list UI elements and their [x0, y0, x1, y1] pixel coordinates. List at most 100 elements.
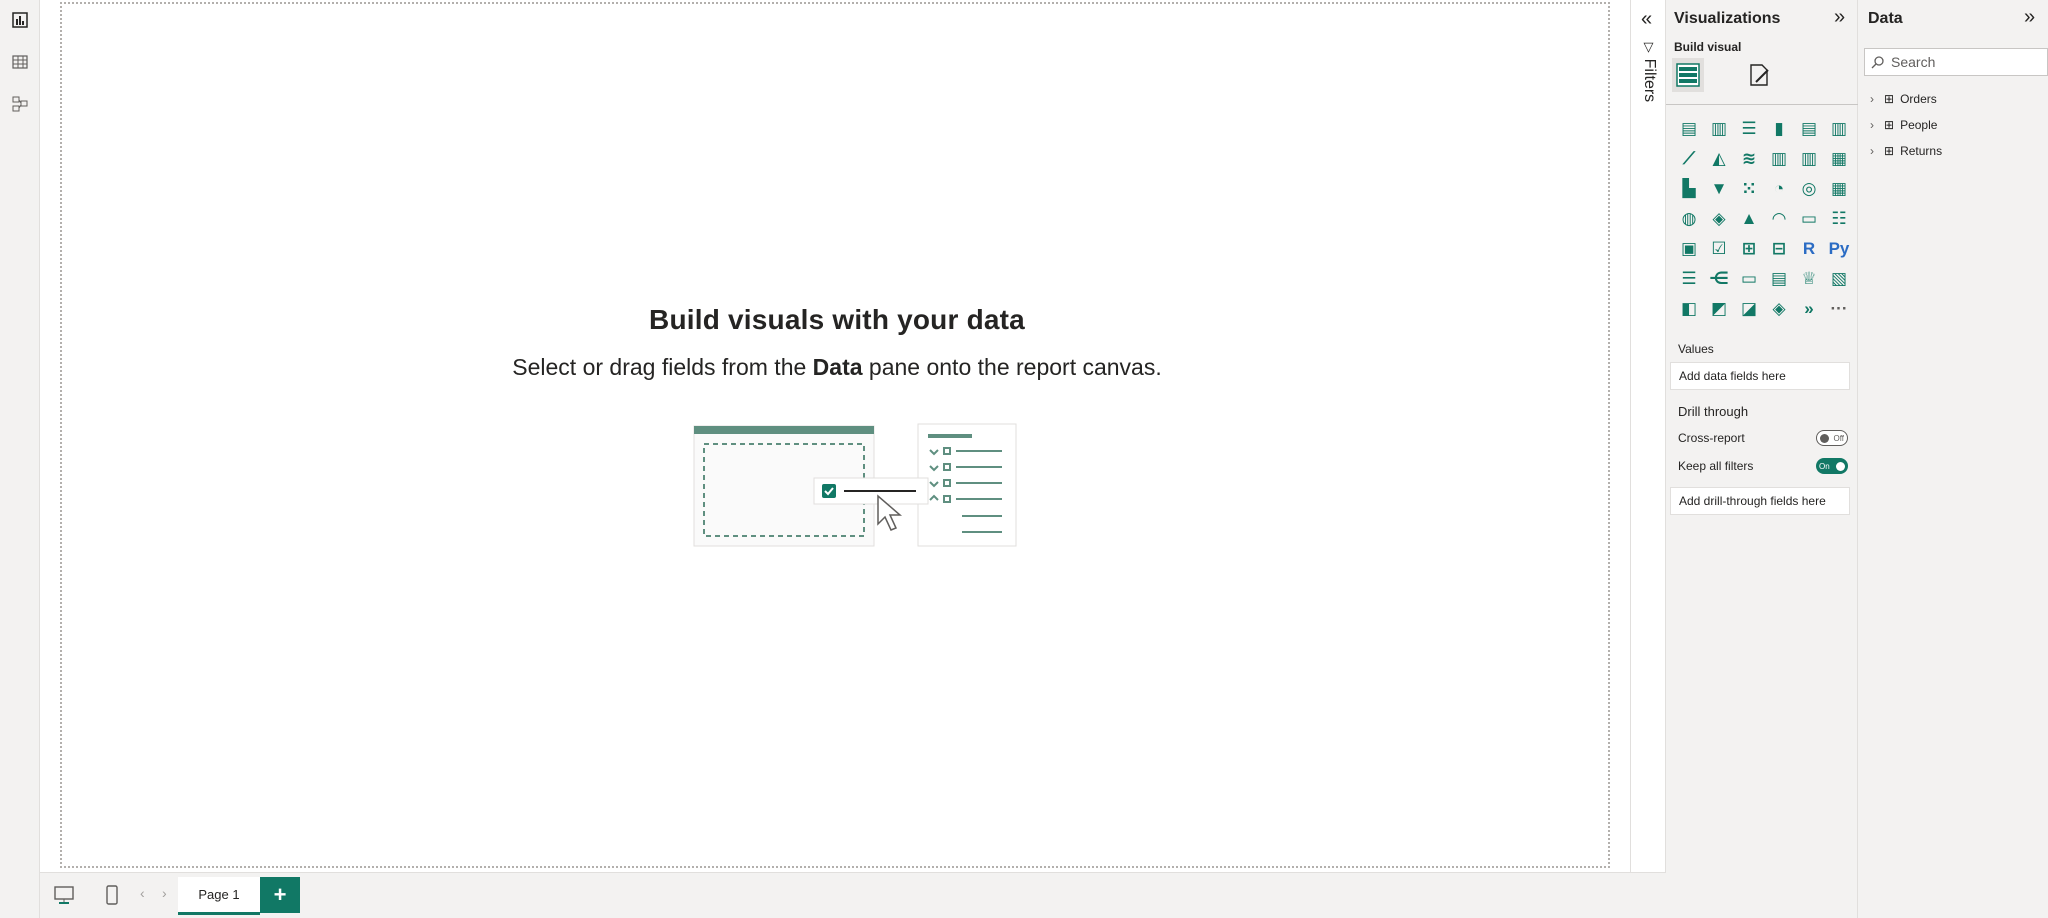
clustered-column-chart-icon[interactable]: ▮	[1764, 114, 1794, 144]
cross-report-toggle[interactable]: Off	[1816, 430, 1848, 446]
decomposition-tree-icon[interactable]: ⋲	[1704, 264, 1734, 294]
chevron-right-icon: ›	[1870, 92, 1874, 106]
python-visual-icon[interactable]: Py	[1824, 234, 1854, 264]
chevron-right-icon: ›	[1870, 144, 1874, 158]
azure-map-icon[interactable]: ▲	[1734, 204, 1764, 234]
report-canvas[interactable]: Build visuals with your data Select or d…	[60, 2, 1610, 868]
filters-label-text: Filters	[1641, 58, 1658, 103]
arcgis-map-icon[interactable]: ◪	[1734, 294, 1764, 324]
stacked-column-chart-icon[interactable]: ▥	[1704, 114, 1734, 144]
paginated-report-icon[interactable]: ▧	[1824, 264, 1854, 294]
keep-filters-row: Keep all filters On	[1678, 458, 1848, 474]
build-visual-tab[interactable]	[1672, 58, 1704, 92]
format-visual-tab[interactable]	[1744, 60, 1774, 90]
table-name: Returns	[1900, 144, 1943, 158]
visual-types-grid: ▤ ▥ ☰ ▮ ▤ ▥ ⟋ ◭ ≋ ▥ ▥ ▦ ▙ ▼ ⁙ ◔ ◎ ▦ ◍ ◈ ▲ ◠ ▭ ☷ ▣ ☑ ⊞ ⊟ R Py ☰ ⋲ ▭ ▤ ♕ ▧ ◧ ◩ ◪…	[1674, 114, 1854, 324]
cross-report-label: Cross-report	[1678, 431, 1745, 445]
waterfall-chart-icon[interactable]: ▙	[1674, 174, 1704, 204]
build-visual-label: Build visual	[1674, 40, 1742, 54]
funnel-icon[interactable]: ▼	[1704, 174, 1734, 204]
stacked-bar-chart-icon[interactable]: ▤	[1674, 114, 1704, 144]
build-visual-illustration	[692, 423, 1017, 547]
stacked-area-chart-icon[interactable]: ≋	[1734, 144, 1764, 174]
keep-filters-toggle[interactable]: On	[1816, 458, 1848, 474]
visualizations-pane: Visualizations » Build visual ▤ ▥ ☰ ▮ ▤ ▥ ⟋ ◭ ≋ ▥…	[1666, 0, 1858, 918]
empty-state-subtitle: Select or drag fields from the Data pane…	[62, 354, 1612, 381]
cross-report-toggle-text: Off	[1833, 433, 1844, 443]
toggle-knob	[1820, 433, 1829, 443]
100-stacked-bar-chart-icon[interactable]: ▤	[1794, 114, 1824, 144]
ribbon-chart-icon[interactable]: ▦	[1824, 144, 1854, 174]
multi-row-card-icon[interactable]: ☷	[1824, 204, 1854, 234]
smart-narrative-icon[interactable]: ▤	[1764, 264, 1794, 294]
line-chart-icon[interactable]: ⟋	[1674, 144, 1704, 174]
table-icon: ⊞	[1884, 92, 1895, 106]
power-automate-icon[interactable]: ◩	[1704, 294, 1734, 324]
gauge-icon[interactable]: ◠	[1764, 204, 1794, 234]
empty-state-title: Build visuals with your data	[649, 304, 1025, 335]
table-item-people[interactable]: › ⊞ People	[1870, 118, 1937, 132]
power-bi-report-view: Build visuals with your data Select or d…	[0, 0, 2048, 918]
data-search-input[interactable]: Search	[1864, 48, 2048, 76]
power-apps-icon[interactable]: ◧	[1674, 294, 1704, 324]
model-view-icon[interactable]	[8, 92, 32, 116]
drill-through-label: Drill through	[1678, 404, 1749, 419]
table-view-icon[interactable]	[8, 50, 32, 74]
kpi-icon[interactable]: ▣	[1674, 234, 1704, 264]
filters-pane-collapsed[interactable]: « ▽ Filters	[1630, 0, 1666, 872]
table-item-orders[interactable]: › ⊞ Orders	[1870, 92, 1937, 106]
donut-chart-icon[interactable]: ◎	[1794, 174, 1824, 204]
more-visuals-icon[interactable]: ···	[1824, 294, 1854, 324]
power-automate-flow-icon[interactable]: ◈	[1764, 294, 1794, 324]
treemap-icon[interactable]: ▦	[1824, 174, 1854, 204]
data-pane-collapse-icon[interactable]: »	[2024, 6, 2035, 29]
page-tab[interactable]: Page 1	[178, 877, 260, 915]
page-navigation-bar: ‹ › Page 1 +	[40, 872, 1666, 918]
viz-divider	[1666, 104, 1858, 105]
mobile-layout-icon[interactable]	[98, 881, 126, 909]
visualizations-title: Visualizations	[1674, 10, 1781, 27]
toggle-knob	[1836, 461, 1845, 471]
qa-icon[interactable]: ▭	[1734, 264, 1764, 294]
filled-map-icon[interactable]: ◈	[1704, 204, 1734, 234]
copilot-icon[interactable]: »	[1794, 294, 1824, 324]
table-icon: ⊞	[1884, 144, 1895, 158]
metrics-icon[interactable]: ♕	[1794, 264, 1824, 294]
table-icon: ⊞	[1884, 118, 1895, 132]
previous-page-icon[interactable]: ‹	[140, 885, 145, 901]
empty-state-subtitle-bold: Data	[812, 354, 863, 380]
search-placeholder: Search	[1891, 54, 1936, 70]
r-script-visual-icon[interactable]: R	[1794, 234, 1824, 264]
card-icon[interactable]: ▭	[1794, 204, 1824, 234]
matrix-icon[interactable]: ⊟	[1764, 234, 1794, 264]
line-and-stacked-column-chart-icon[interactable]: ▥	[1764, 144, 1794, 174]
table-item-returns[interactable]: › ⊞ Returns	[1870, 144, 1942, 158]
100-stacked-column-chart-icon[interactable]: ▥	[1824, 114, 1854, 144]
key-influencers-icon[interactable]: ☰	[1674, 264, 1704, 294]
line-and-clustered-column-chart-icon[interactable]: ▥	[1794, 144, 1824, 174]
report-canvas-area: Build visuals with your data Select or d…	[40, 0, 1630, 872]
values-well[interactable]: Add data fields here	[1670, 362, 1850, 390]
desktop-layout-icon[interactable]	[50, 881, 78, 909]
filters-label: ▽ Filters	[1640, 40, 1658, 102]
area-chart-icon[interactable]: ◭	[1704, 144, 1734, 174]
scatter-chart-icon[interactable]: ⁙	[1734, 174, 1764, 204]
chevron-right-icon: ›	[1870, 118, 1874, 132]
cross-report-row: Cross-report Off	[1678, 430, 1848, 446]
data-pane-title: Data	[1868, 10, 1903, 27]
next-page-icon[interactable]: ›	[162, 885, 167, 901]
pie-chart-icon[interactable]: ◔	[1764, 174, 1794, 204]
data-pane: Data » Search › ⊞ Orders › ⊞ People › ⊞ Return…	[1858, 0, 2048, 918]
add-page-button[interactable]: +	[260, 877, 300, 913]
table-icon[interactable]: ⊞	[1734, 234, 1764, 264]
drill-through-well[interactable]: Add drill-through fields here	[1670, 487, 1850, 515]
keep-filters-label: Keep all filters	[1678, 459, 1754, 473]
left-view-rail	[0, 0, 40, 918]
clustered-bar-chart-icon[interactable]: ☰	[1734, 114, 1764, 144]
visualizations-collapse-icon[interactable]: »	[1834, 6, 1845, 29]
map-icon[interactable]: ◍	[1674, 204, 1704, 234]
filter-funnel-icon: ▽	[1642, 40, 1657, 59]
report-view-icon[interactable]	[8, 8, 32, 32]
filters-expand-icon[interactable]: «	[1641, 8, 1652, 31]
slicer-icon[interactable]: ☑	[1704, 234, 1734, 264]
